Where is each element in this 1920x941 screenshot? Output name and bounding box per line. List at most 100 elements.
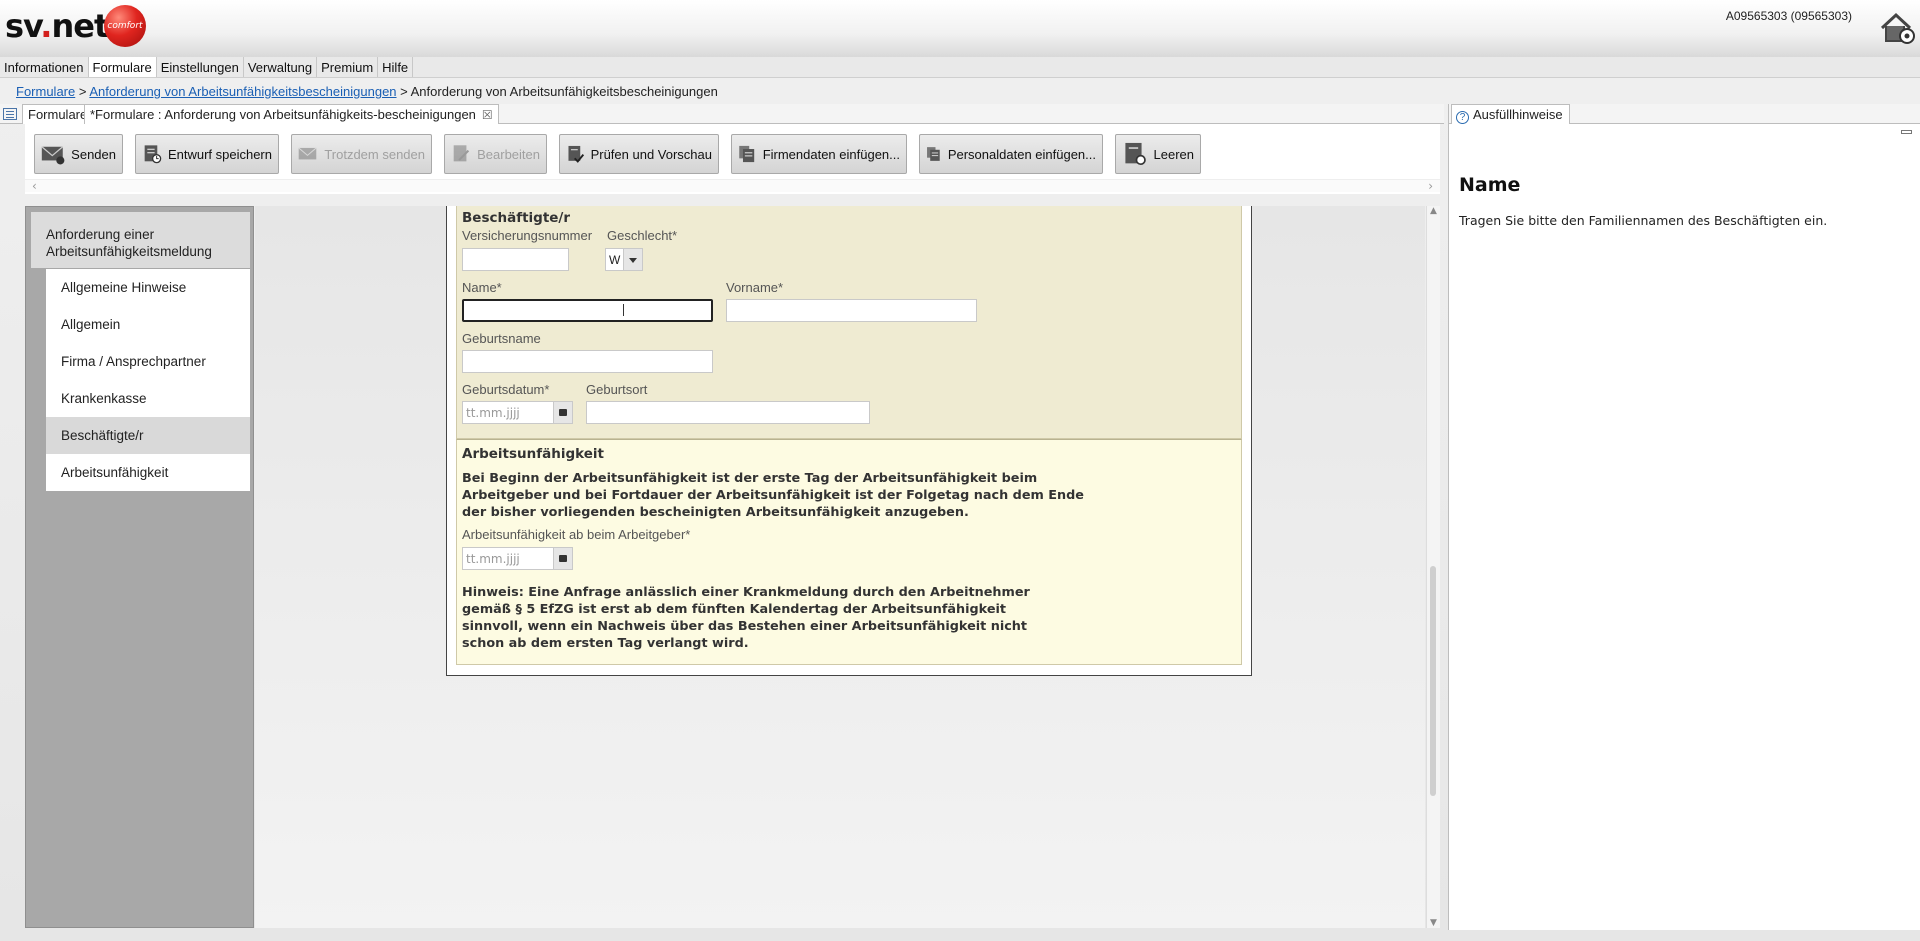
incapacity-section: Arbeitsunfähigkeit Bei Beginn der Arbeit… xyxy=(456,439,1242,665)
send-mail-icon xyxy=(41,146,65,165)
nav-item-beschaeftigte[interactable]: Beschäftigte/r xyxy=(46,417,250,454)
employee-section-title: Beschäftigte/r xyxy=(462,210,571,226)
clear-form-icon xyxy=(1125,142,1146,166)
chevron-down-icon[interactable] xyxy=(623,249,642,270)
menu-informationen[interactable]: Informationen xyxy=(0,57,89,77)
form-toolbar: Senden Entwurf speichern Trotzdem senden… xyxy=(34,134,1201,174)
hint-title: Name xyxy=(1459,174,1521,196)
save-draft-label: Entwurf speichern xyxy=(167,146,272,162)
home-settings-icon[interactable] xyxy=(1878,8,1916,46)
breadcrumb-anforderung-link[interactable]: Anforderung von Arbeitsunfähigkeitsbesch… xyxy=(89,84,396,99)
birthname-input[interactable] xyxy=(462,350,713,373)
hint-text: Tragen Sie bitte den Familiennamen des B… xyxy=(1459,213,1828,228)
insurance-number-label: Versicherungsnummer xyxy=(462,228,593,243)
help-icon: ? xyxy=(1456,111,1469,124)
birthplace-label: Geburtsort xyxy=(586,382,648,397)
gender-select[interactable]: W xyxy=(605,248,643,271)
breadcrumb-separator: > xyxy=(396,84,411,99)
logo-badge: comfort xyxy=(104,5,146,47)
menu-hilfe[interactable]: Hilfe xyxy=(378,57,414,77)
tab-ausfuellhinweise[interactable]: ? Ausfüllhinweise xyxy=(1451,104,1570,124)
nav-item-firma[interactable]: Firma / Ansprechpartner xyxy=(46,343,250,380)
insert-company-label: Firmendaten einfügen... xyxy=(762,146,900,162)
gender-label: Geschlecht* xyxy=(607,228,678,243)
incapacity-note-text: Hinweis: Eine Anfrage anlässlich einer K… xyxy=(462,585,1030,651)
nav-heading: Anforderung einer Arbeitsunfähigkeitsmel… xyxy=(31,212,250,268)
scroll-right-icon[interactable]: › xyxy=(1428,179,1433,193)
incapacity-since-label: Arbeitsunfähigkeit ab beim Arbeitgeber* xyxy=(462,527,691,542)
scroll-up-icon[interactable]: ▲ xyxy=(1430,206,1437,216)
birthname-label: Geburtsname xyxy=(462,331,541,346)
send-button[interactable]: Senden xyxy=(34,134,123,174)
employee-section: Beschäftigte/r Versicherungsnummer Gesch… xyxy=(456,206,1242,439)
scroll-down-icon[interactable]: ▼ xyxy=(1430,918,1437,928)
horizontal-scrollbar[interactable]: ‹ › xyxy=(25,179,1440,193)
firstname-label: Vorname* xyxy=(726,280,784,295)
breadcrumb-formulare[interactable]: Formulare xyxy=(16,84,75,99)
send-anyway-icon xyxy=(298,147,317,160)
calendar-icon[interactable] xyxy=(553,401,573,424)
scroll-left-icon[interactable]: ‹ xyxy=(32,179,37,193)
send-anyway-button[interactable]: Trotzdem senden xyxy=(291,134,432,174)
breadcrumb-current: Anforderung von Arbeitsunfähigkeitsbesch… xyxy=(410,84,718,99)
tab-label: *Formulare : Anforderung von Arbeitsunfä… xyxy=(90,107,476,122)
save-draft-icon xyxy=(144,145,162,164)
insert-company-data-button[interactable]: Firmendaten einfügen... xyxy=(731,134,907,174)
close-tab-icon[interactable]: ☒ xyxy=(482,108,493,122)
insurance-number-input[interactable] xyxy=(462,248,569,271)
nav-item-arbeitsunfaehigkeit[interactable]: Arbeitsunfähigkeit xyxy=(46,454,250,491)
clear-button[interactable]: Leeren xyxy=(1115,134,1201,174)
hints-tabbar: ? Ausfüllhinweise xyxy=(1449,104,1920,124)
personal-data-icon xyxy=(927,147,940,161)
menu-formulare[interactable]: Formulare xyxy=(88,57,157,77)
save-draft-button[interactable]: Entwurf speichern xyxy=(135,134,279,174)
tab-formulare[interactable]: Formulare xyxy=(22,104,94,124)
name-input[interactable] xyxy=(462,299,713,322)
breadcrumb: Formulare > Anforderung von Arbeitsunfäh… xyxy=(16,84,718,99)
menu-einstellungen[interactable]: Einstellungen xyxy=(157,57,244,77)
form-toolbar-area: Senden Entwurf speichern Trotzdem senden… xyxy=(25,124,1440,194)
svnet-logo: sv.net comfort xyxy=(5,5,155,49)
name-label: Name* xyxy=(462,280,502,295)
firstname-input[interactable] xyxy=(726,299,977,322)
check-preview-icon xyxy=(568,145,585,163)
birthplace-input[interactable] xyxy=(586,401,870,424)
gender-selected-value: W xyxy=(609,253,621,267)
birthdate-input[interactable]: tt.mm.jjjj xyxy=(462,401,554,424)
nav-heading-line: Anforderung einer xyxy=(46,227,155,242)
insert-personal-label: Personaldaten einfügen... xyxy=(947,146,1096,162)
edit-label: Bearbeiten xyxy=(477,146,540,162)
vertical-scrollbar[interactable]: ▲ ▼ xyxy=(1426,206,1440,928)
editor-tabbar: Formulare *Formulare : Anforderung von A… xyxy=(0,104,1444,124)
calendar-icon[interactable] xyxy=(553,547,573,570)
hints-panel: ? Ausfüllhinweise Name Tragen Sie bitte d… xyxy=(1448,104,1920,930)
nav-item-allgemeine-hinweise[interactable]: Allgemeine Hinweise xyxy=(46,269,250,306)
nav-item-allgemein[interactable]: Allgemein xyxy=(46,306,250,343)
edit-button[interactable]: Bearbeiten xyxy=(444,134,547,174)
app-header: sv.net comfort A09565303 (09565303) xyxy=(0,0,1920,57)
nav-heading-line: Arbeitsunfähigkeitsmeldung xyxy=(46,244,212,259)
logo-text: sv.net xyxy=(5,7,109,45)
nav-item-krankenkasse[interactable]: Krankenkasse xyxy=(46,380,250,417)
menu-premium[interactable]: Premium xyxy=(317,57,379,77)
hints-tab-label: Ausfüllhinweise xyxy=(1473,107,1563,122)
send-anyway-label: Trotzdem senden xyxy=(324,146,425,162)
text-cursor-icon xyxy=(623,304,629,316)
birthdate-label: Geburtsdatum* xyxy=(462,382,550,397)
check-preview-button[interactable]: Prüfen und Vorschau xyxy=(559,134,719,174)
incapacity-since-input[interactable]: tt.mm.jjjj xyxy=(462,547,554,570)
tab-label: Formulare xyxy=(28,107,88,122)
check-preview-label: Prüfen und Vorschau xyxy=(590,146,712,162)
edit-document-icon xyxy=(453,145,470,162)
minimize-icon[interactable] xyxy=(1901,130,1912,134)
insert-personal-data-button[interactable]: Personaldaten einfügen... xyxy=(919,134,1103,174)
form-section-nav: Anforderung einer Arbeitsunfähigkeitsmel… xyxy=(25,206,254,928)
menu-verwaltung[interactable]: Verwaltung xyxy=(244,57,318,77)
company-data-icon xyxy=(739,145,755,163)
form-card: Beschäftigte/r Versicherungsnummer Gesch… xyxy=(446,206,1252,676)
send-label: Senden xyxy=(71,146,116,162)
tab-anforderung[interactable]: *Formulare : Anforderung von Arbeitsunfä… xyxy=(84,104,499,124)
scrollbar-thumb[interactable] xyxy=(1430,566,1436,796)
view-menu-icon[interactable] xyxy=(3,108,17,120)
incapacity-info-text: Bei Beginn der Arbeitsunfähigkeit ist de… xyxy=(462,471,1084,520)
